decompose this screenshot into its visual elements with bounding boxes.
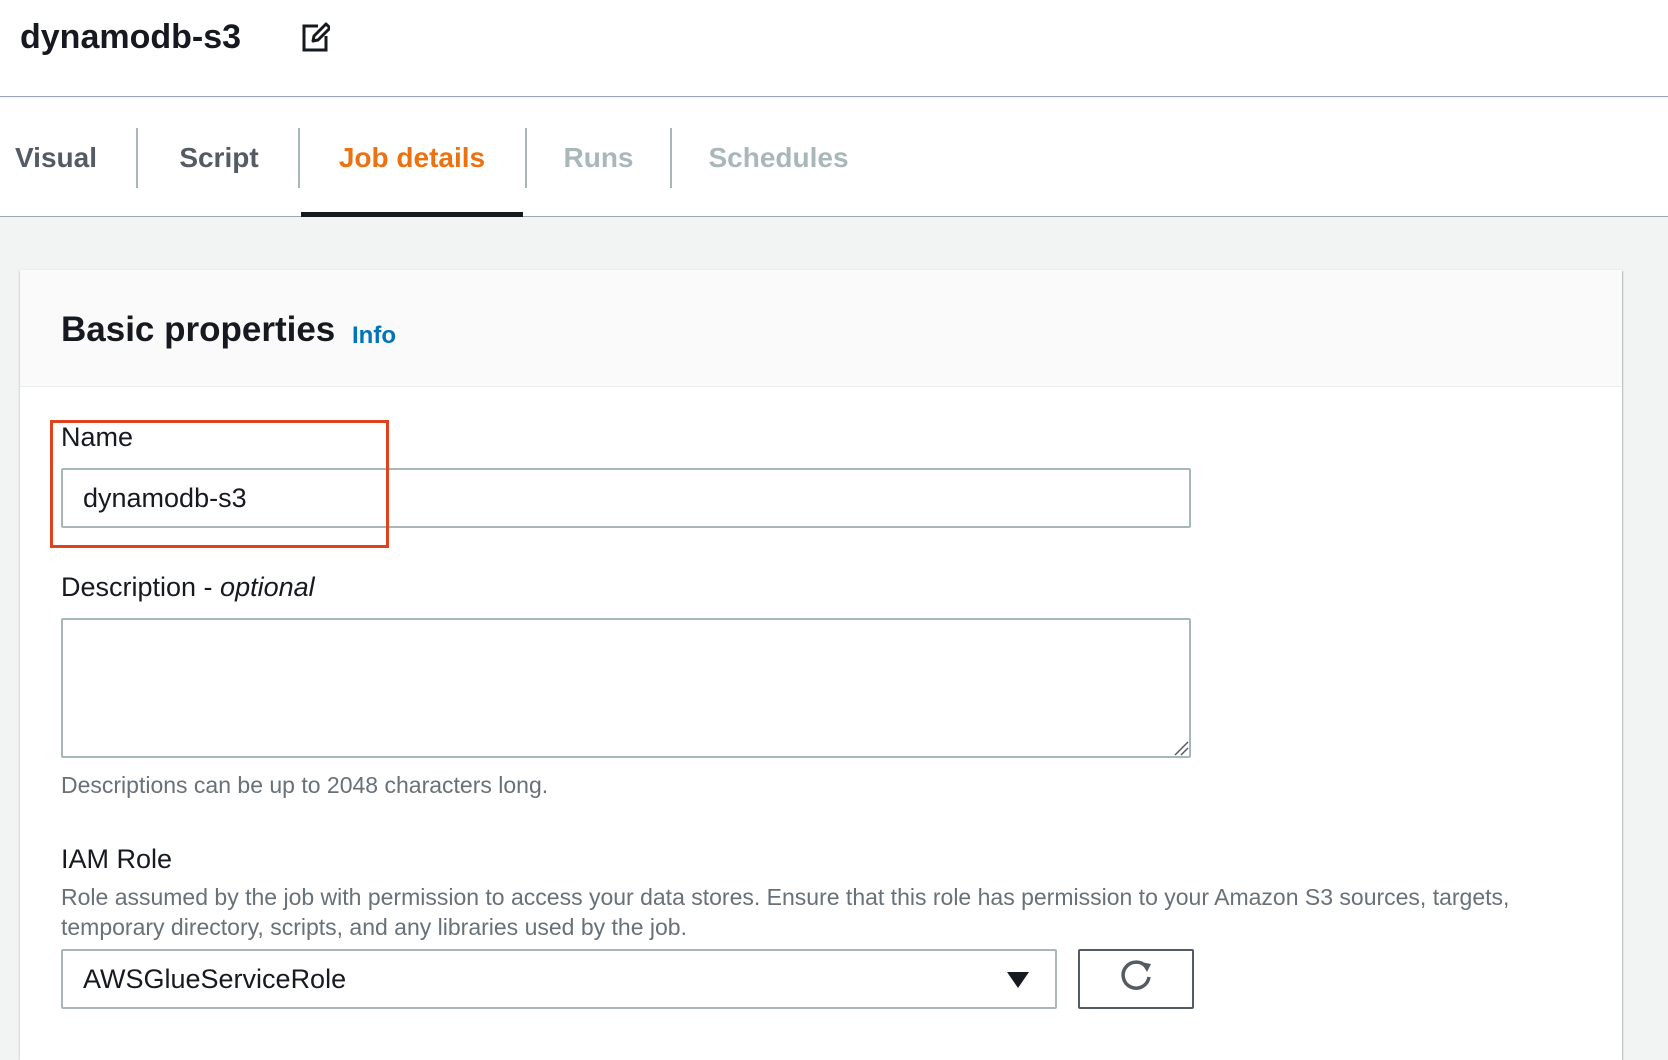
- tab-visual[interactable]: Visual: [0, 98, 112, 217]
- refresh-roles-button[interactable]: [1078, 949, 1194, 1009]
- iam-role-select[interactable]: AWSGlueServiceRole: [61, 949, 1057, 1009]
- refresh-icon: [1117, 958, 1155, 1001]
- description-label: Description - optional: [61, 572, 315, 603]
- tab-script[interactable]: Script: [138, 98, 300, 217]
- panel-title: Basic properties: [61, 310, 336, 349]
- job-title: dynamodb-s3: [20, 18, 242, 56]
- iam-role-label: IAM Role: [61, 844, 173, 874]
- description-label-text: Description -: [61, 572, 221, 602]
- tab-schedules[interactable]: Schedules: [672, 98, 885, 217]
- panel-header: Basic properties Info: [20, 270, 1622, 387]
- resize-grip-icon[interactable]: [1173, 740, 1189, 756]
- iam-role-description: Role assumed by the job with permission …: [61, 884, 1510, 940]
- name-input[interactable]: [61, 468, 1191, 528]
- iam-role-selected-value: AWSGlueServiceRole: [83, 963, 347, 994]
- tab-job-details[interactable]: Job details: [301, 98, 523, 217]
- description-textarea[interactable]: [61, 618, 1191, 758]
- name-label: Name: [61, 422, 134, 452]
- edit-icon[interactable]: [300, 20, 332, 54]
- info-link[interactable]: Info: [352, 322, 396, 350]
- basic-properties-panel: Basic properties Info Name Description -…: [20, 270, 1622, 1060]
- tab-divider: [298, 128, 300, 188]
- tab-runs[interactable]: Runs: [527, 98, 670, 217]
- active-tab-indicator: [301, 212, 523, 217]
- optional-label: optional: [220, 572, 315, 602]
- description-hint: Descriptions can be up to 2048 character…: [61, 772, 549, 798]
- page-header: dynamodb-s3: [0, 0, 1668, 97]
- tabs-bar: Visual Script Job details Runs Schedules: [0, 98, 1668, 217]
- caret-down-icon: [1007, 972, 1029, 988]
